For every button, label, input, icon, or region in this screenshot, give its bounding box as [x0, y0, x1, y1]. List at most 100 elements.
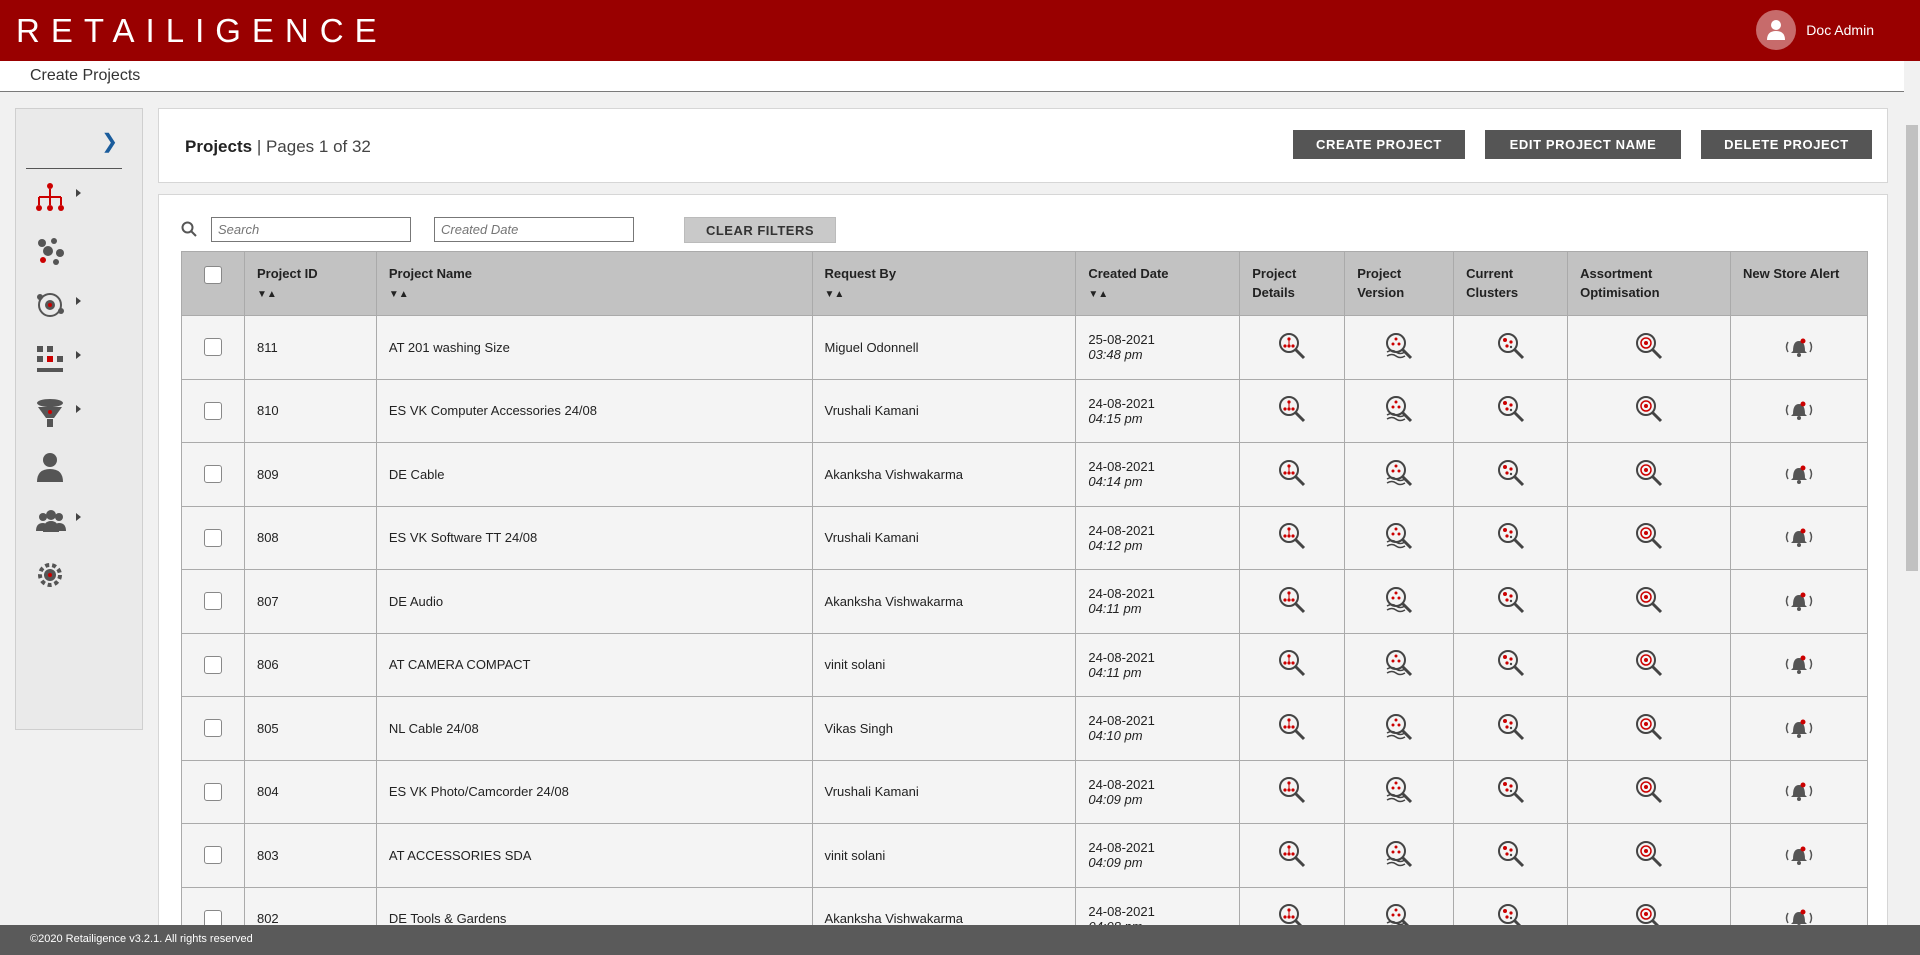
page-scrollbar[interactable] [1904, 61, 1920, 925]
scrollbar-thumb[interactable] [1906, 125, 1918, 571]
table-row[interactable]: 810 ES VK Computer Accessories 24/08 Vru… [181, 378, 1868, 443]
avatar[interactable] [1756, 10, 1797, 50]
row-checkbox[interactable] [203, 401, 222, 420]
row-select-cell [181, 442, 245, 507]
sort-icon[interactable]: ▼▲ [825, 290, 845, 300]
app-logo[interactable]: RETAILIGENCE [16, 12, 388, 50]
assortment-optimisation-icon[interactable] [1634, 648, 1664, 678]
current-clusters-icon[interactable] [1496, 521, 1526, 551]
project-version-cell [1344, 505, 1455, 570]
row-checkbox[interactable] [203, 846, 222, 865]
sidebar-item-settings[interactable] [34, 555, 104, 595]
search-input[interactable] [211, 217, 411, 242]
table-row[interactable]: 808 ES VK Software TT 24/08 Vrushali Kam… [181, 505, 1868, 570]
assortment-optimisation-icon[interactable] [1634, 712, 1664, 742]
project-details-icon[interactable] [1277, 394, 1307, 424]
column-header-request-by[interactable]: Request By ▼▲ [811, 251, 1077, 316]
sort-icon[interactable]: ▼▲ [1088, 290, 1108, 300]
edit-project-name-button[interactable]: EDIT PROJECT NAME [1485, 130, 1681, 159]
column-header-project-id[interactable]: Project ID ▼▲ [243, 251, 377, 316]
project-details-icon[interactable] [1277, 712, 1307, 742]
row-checkbox[interactable] [203, 338, 222, 357]
project-version-icon[interactable] [1384, 839, 1414, 869]
project-details-icon[interactable] [1277, 648, 1307, 678]
table-row[interactable]: 803 AT ACCESSORIES SDA vinit solani 24-0… [181, 823, 1868, 888]
bell-alert-icon[interactable] [1782, 841, 1816, 867]
sort-icon[interactable]: ▼▲ [257, 290, 277, 300]
current-clusters-icon[interactable] [1496, 775, 1526, 805]
assortment-optimisation-icon[interactable] [1634, 331, 1664, 361]
project-version-icon[interactable] [1384, 712, 1414, 742]
sidebar-toggle[interactable]: ❯ [26, 109, 122, 169]
current-clusters-icon[interactable] [1496, 394, 1526, 424]
current-clusters-cell [1453, 823, 1569, 888]
bell-alert-icon[interactable] [1782, 650, 1816, 676]
project-version-icon[interactable] [1384, 394, 1414, 424]
current-clusters-icon[interactable] [1496, 585, 1526, 615]
assortment-optimisation-icon[interactable] [1634, 775, 1664, 805]
project-details-cell [1239, 632, 1346, 697]
sidebar-item-store-layout[interactable] [34, 339, 104, 379]
column-header-project-name[interactable]: Project Name ▼▲ [375, 251, 813, 316]
current-clusters-cell [1453, 378, 1569, 443]
assortment-optimisation-icon[interactable] [1634, 839, 1664, 869]
project-details-icon[interactable] [1277, 521, 1307, 551]
created-date-input[interactable] [434, 217, 634, 242]
bell-alert-icon[interactable] [1782, 333, 1816, 359]
current-clusters-icon[interactable] [1496, 712, 1526, 742]
row-checkbox[interactable] [203, 465, 222, 484]
current-clusters-icon[interactable] [1496, 839, 1526, 869]
chevron-right-icon[interactable]: ❯ [101, 129, 118, 154]
table-row[interactable]: 809 DE Cable Akanksha Vishwakarma 24-08-… [181, 442, 1868, 507]
sidebar-item-hierarchy[interactable] [34, 177, 104, 217]
bell-alert-icon[interactable] [1782, 523, 1816, 549]
sidebar-item-user[interactable] [34, 447, 104, 487]
delete-project-button[interactable]: DELETE PROJECT [1701, 130, 1872, 159]
column-header-created-date[interactable]: Created Date ▼▲ [1075, 251, 1241, 316]
project-details-icon[interactable] [1277, 585, 1307, 615]
sort-icon[interactable]: ▼▲ [389, 290, 409, 300]
request-by-cell: Vrushali Kamani [811, 759, 1077, 824]
project-version-icon[interactable] [1384, 648, 1414, 678]
bell-alert-icon[interactable] [1782, 587, 1816, 613]
clear-filters-button[interactable]: CLEAR FILTERS [684, 217, 836, 243]
table-row[interactable]: 807 DE Audio Akanksha Vishwakarma 24-08-… [181, 569, 1868, 634]
sidebar-item-users[interactable] [34, 501, 104, 541]
project-details-icon[interactable] [1277, 331, 1307, 361]
create-project-button[interactable]: CREATE PROJECT [1293, 130, 1465, 159]
table-row[interactable]: 811 AT 201 washing Size Miguel Odonnell … [181, 315, 1868, 380]
bell-alert-icon[interactable] [1782, 460, 1816, 486]
bell-alert-icon[interactable] [1782, 777, 1816, 803]
project-details-icon[interactable] [1277, 458, 1307, 488]
user-menu[interactable]: Doc Admin [1756, 10, 1874, 50]
row-checkbox[interactable] [203, 655, 222, 674]
current-clusters-icon[interactable] [1496, 648, 1526, 678]
project-version-icon[interactable] [1384, 585, 1414, 615]
current-clusters-icon[interactable] [1496, 331, 1526, 361]
project-version-icon[interactable] [1384, 521, 1414, 551]
row-checkbox[interactable] [203, 782, 222, 801]
bell-alert-icon[interactable] [1782, 714, 1816, 740]
sidebar-item-cluster-cycle[interactable] [34, 285, 104, 325]
project-version-icon[interactable] [1384, 331, 1414, 361]
project-details-icon[interactable] [1277, 839, 1307, 869]
users-group-icon [36, 510, 66, 532]
row-checkbox[interactable] [203, 719, 222, 738]
table-row[interactable]: 806 AT CAMERA COMPACT vinit solani 24-08… [181, 632, 1868, 697]
select-all-checkbox[interactable] [203, 265, 222, 284]
row-checkbox[interactable] [203, 528, 222, 547]
bell-alert-icon[interactable] [1782, 396, 1816, 422]
table-row[interactable]: 805 NL Cable 24/08 Vikas Singh 24-08-202… [181, 696, 1868, 761]
table-row[interactable]: 804 ES VK Photo/Camcorder 24/08 Vrushali… [181, 759, 1868, 824]
assortment-optimisation-icon[interactable] [1634, 394, 1664, 424]
sidebar-item-funnel[interactable] [34, 393, 104, 433]
project-details-icon[interactable] [1277, 775, 1307, 805]
row-checkbox[interactable] [203, 592, 222, 611]
current-clusters-icon[interactable] [1496, 458, 1526, 488]
project-version-icon[interactable] [1384, 775, 1414, 805]
project-version-icon[interactable] [1384, 458, 1414, 488]
assortment-optimisation-icon[interactable] [1634, 585, 1664, 615]
assortment-optimisation-icon[interactable] [1634, 521, 1664, 551]
assortment-optimisation-icon[interactable] [1634, 458, 1664, 488]
sidebar-item-clusters[interactable] [34, 231, 104, 271]
